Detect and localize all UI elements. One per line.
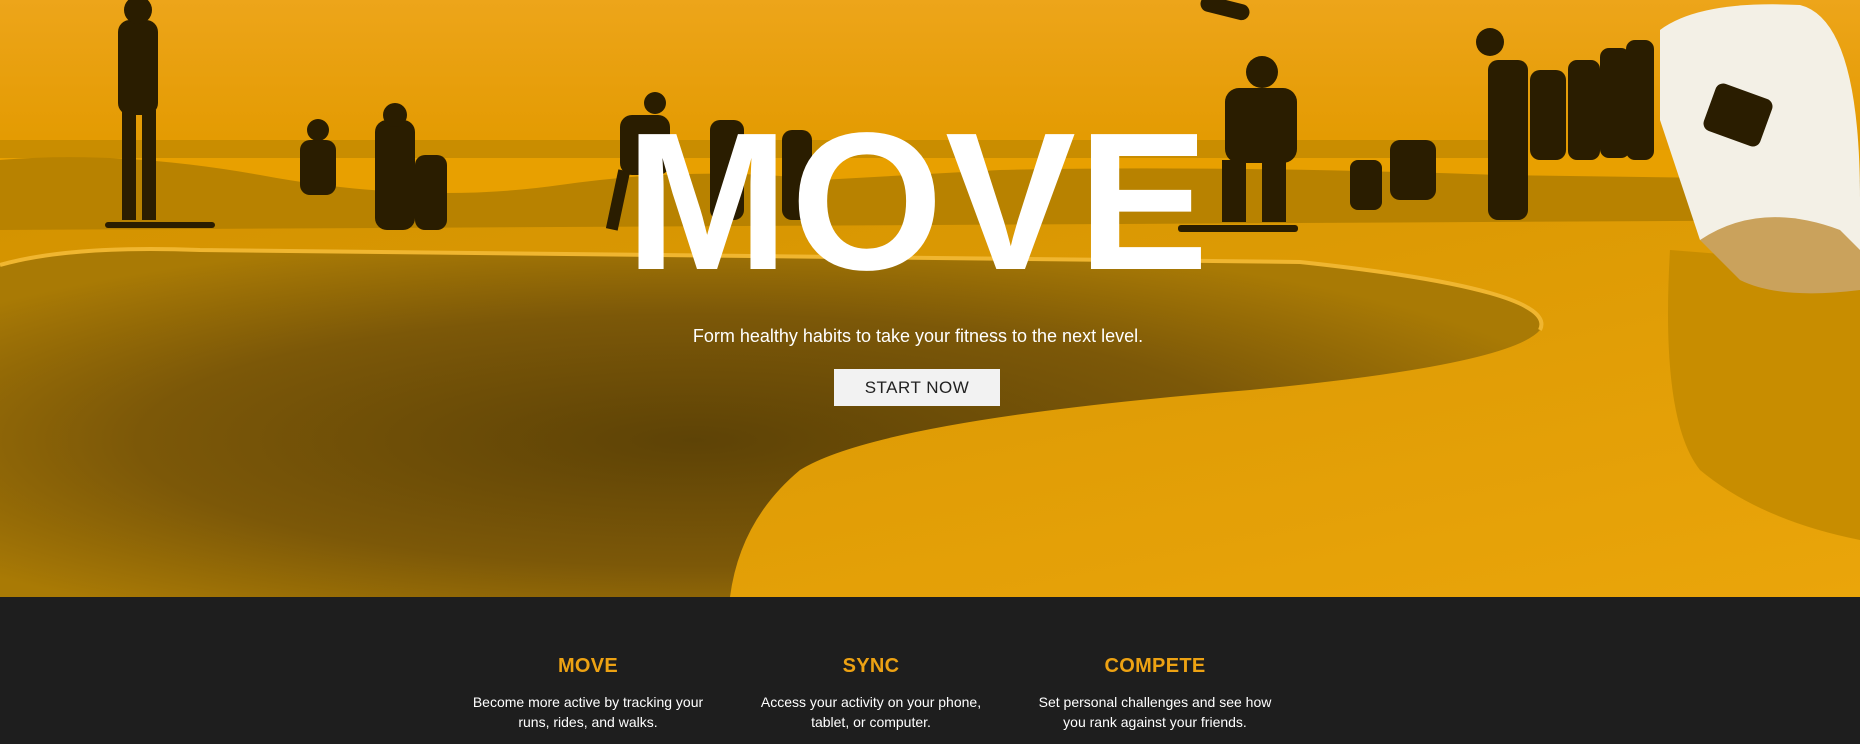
feature-title: SYNC (842, 655, 900, 677)
feature-description: Become more active by tracking your runs… (458, 692, 718, 732)
feature-description-line: you rank against your friends. (1063, 714, 1247, 730)
feature-description-line: runs, rides, and walks. (518, 714, 658, 730)
feature-title: MOVE (557, 655, 619, 677)
feature-move: MOVE Become more active by tracking your… (458, 655, 718, 732)
start-now-button[interactable]: START NOW (834, 369, 1000, 406)
hero-subtitle: Form healthy habits to take your fitness… (692, 326, 1144, 346)
feature-description-line: tablet, or computer. (811, 714, 931, 730)
feature-sync: SYNC Access your activity on your phone,… (741, 655, 1001, 732)
feature-description-line: Become more active by tracking your (472, 694, 704, 710)
feature-description: Access your activity on your phone, tabl… (741, 692, 1001, 732)
feature-compete: COMPETE Set personal challenges and see … (1025, 655, 1285, 732)
hero-section: MOVE Form healthy habits to take your fi… (0, 0, 1860, 597)
features-section: MOVE Become more active by tracking your… (0, 597, 1860, 744)
feature-description-line: Access your activity on your phone, (760, 694, 982, 710)
hero-title: MOVE (625, 92, 1211, 311)
feature-title: COMPETE (1104, 655, 1206, 677)
feature-description-line: Set personal challenges and see how (1038, 694, 1272, 710)
feature-description: Set personal challenges and see how you … (1025, 692, 1285, 732)
